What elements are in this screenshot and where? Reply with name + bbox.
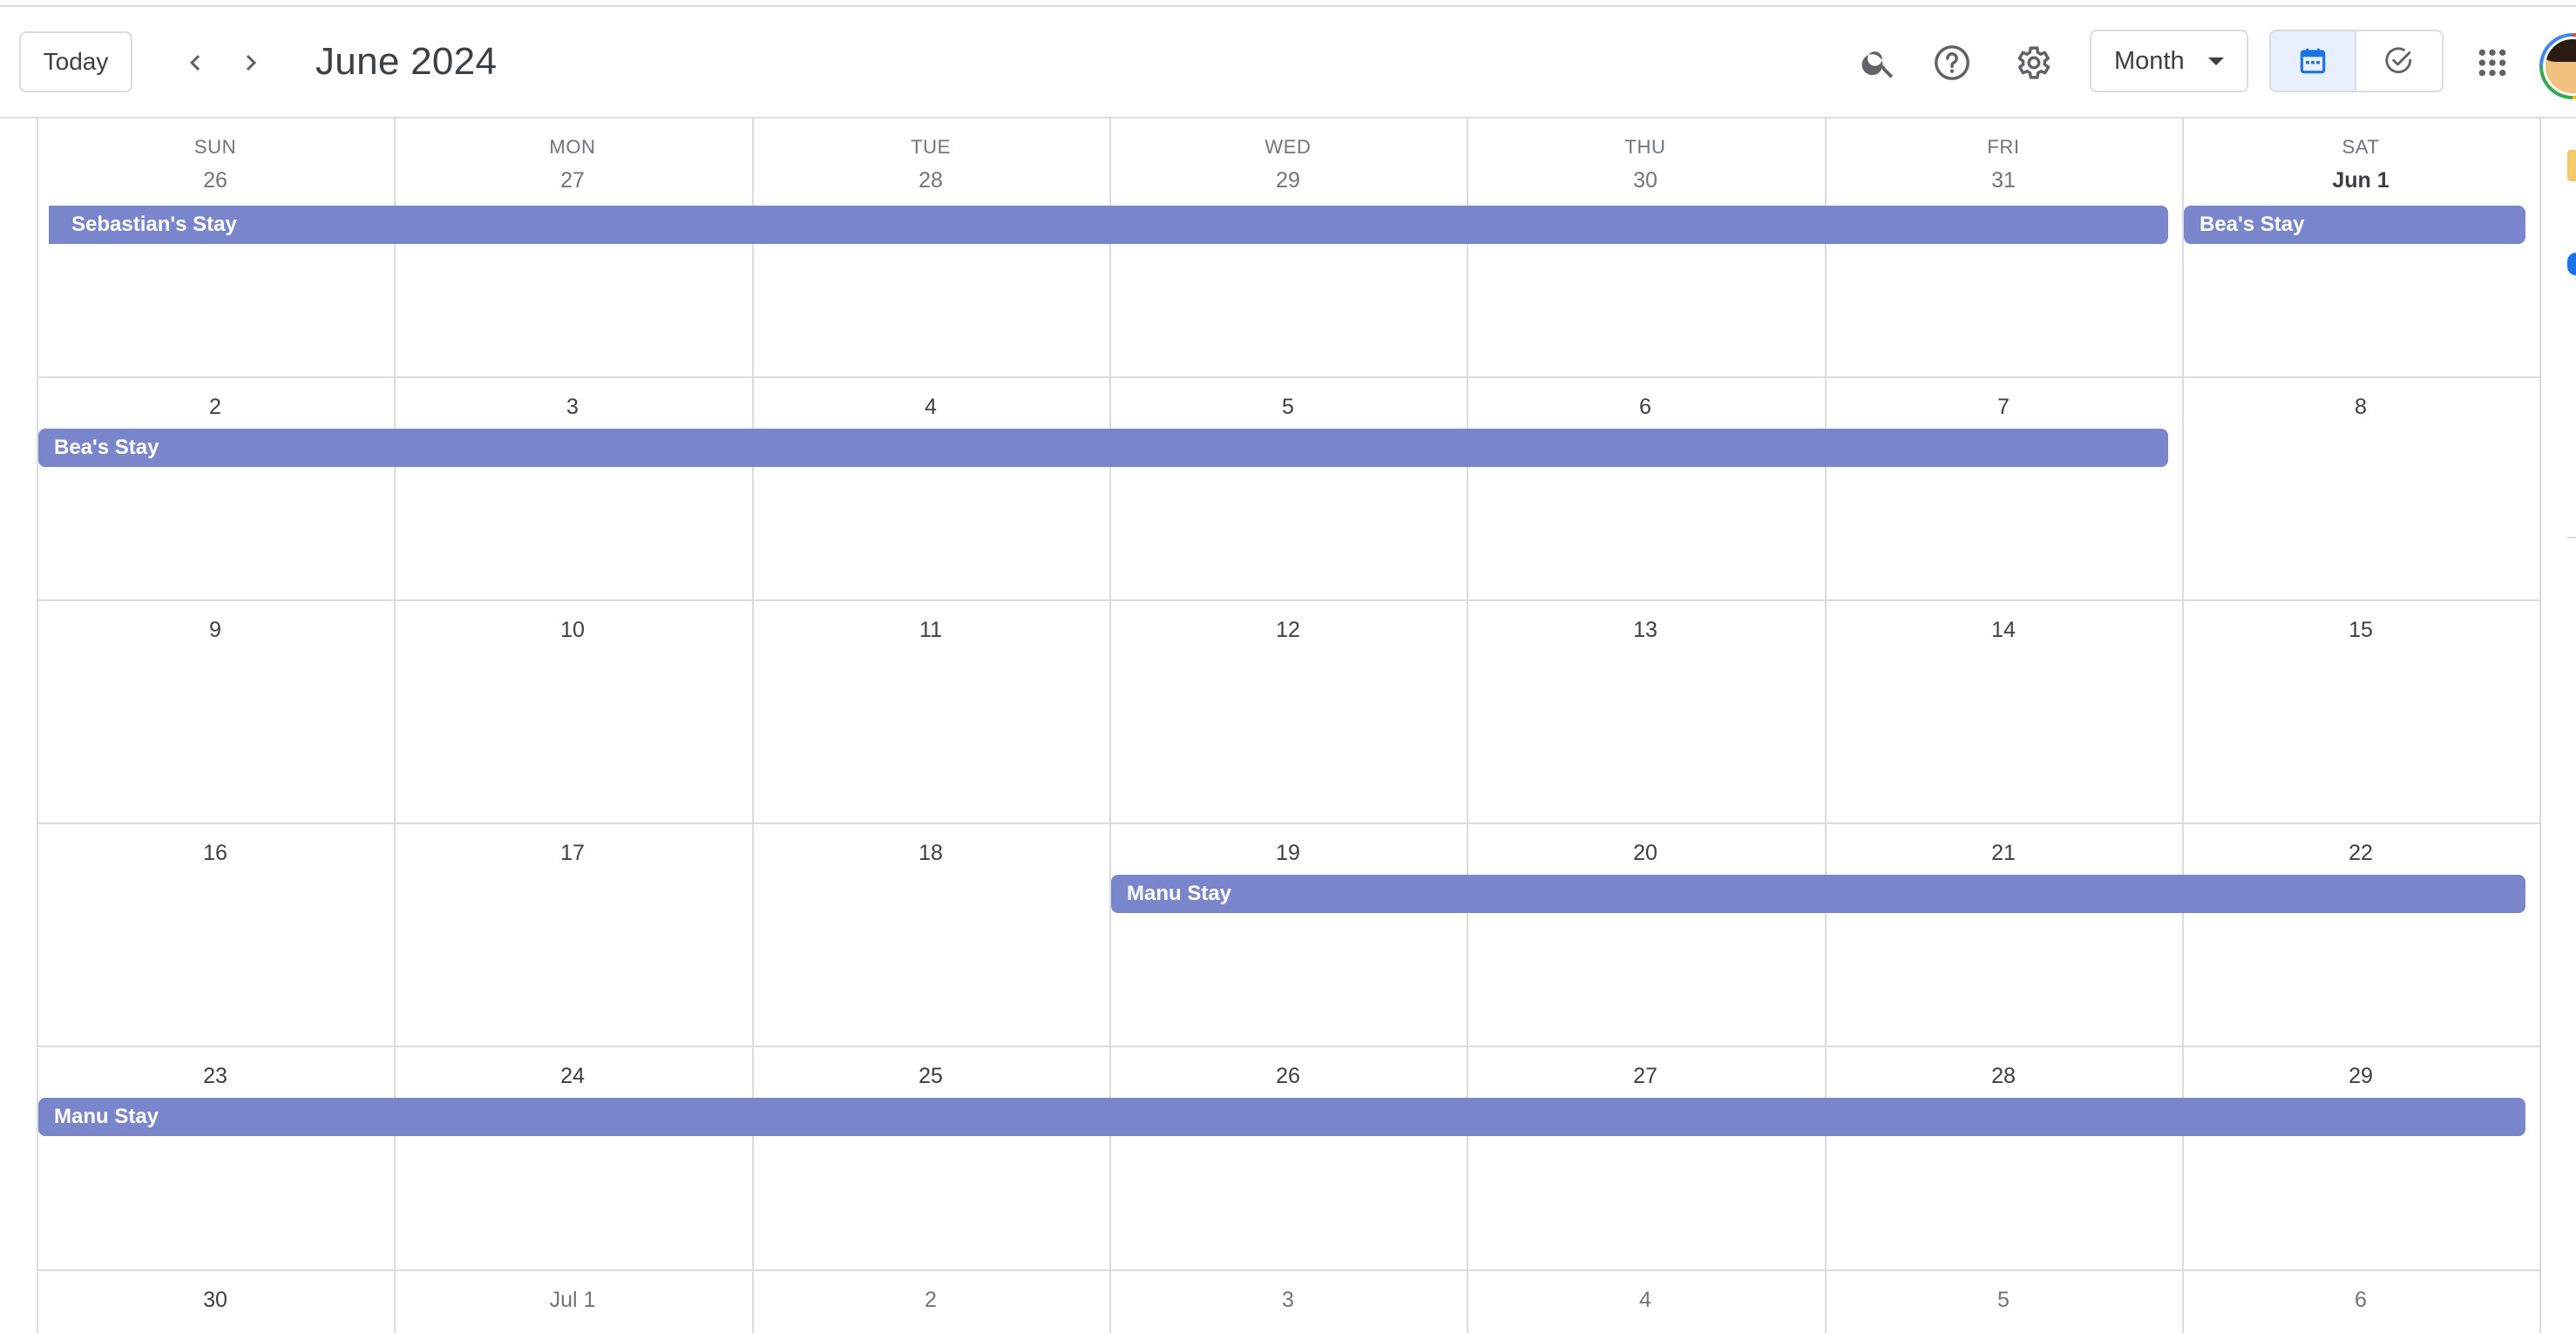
day-number[interactable]: 11 [752, 618, 1109, 643]
day-number[interactable]: 29 [1109, 168, 1467, 193]
day-cell[interactable] [38, 120, 394, 376]
view-select[interactable]: Month [2090, 30, 2248, 92]
day-number[interactable]: 18 [752, 841, 1109, 866]
day-cell[interactable] [754, 120, 1109, 376]
day-number[interactable]: 3 [394, 395, 751, 420]
day-cell[interactable] [1111, 120, 1467, 376]
next-month-button[interactable] [225, 37, 277, 89]
settings-button[interactable] [2003, 33, 2062, 92]
day-number[interactable]: 13 [1467, 618, 1824, 643]
day-number[interactable]: 14 [1825, 618, 2182, 643]
calendar-app: Today June 2024 Month SUN MON TUE WED TH… [0, 0, 2576, 1333]
day-cell[interactable] [1827, 120, 2182, 376]
day-number[interactable]: 6 [1467, 395, 1824, 420]
event-chip[interactable]: Bea's Stay [38, 429, 2168, 467]
day-number[interactable]: 2 [752, 1288, 1109, 1313]
day-number[interactable]: 4 [752, 395, 1109, 420]
view-select-label: Month [2114, 46, 2185, 75]
today-button[interactable]: Today [19, 31, 132, 92]
day-number[interactable]: 6 [2182, 1288, 2539, 1313]
gear-icon [2017, 46, 2051, 79]
day-cell[interactable] [1468, 120, 1824, 376]
event-chip[interactable]: Sebastian's Stay [49, 206, 2168, 244]
day-number[interactable]: 27 [394, 168, 751, 193]
side-panel-divider [2567, 537, 2576, 538]
apps-button[interactable] [2463, 33, 2522, 92]
day-number[interactable]: 30 [1467, 168, 1824, 193]
day-number[interactable]: 23 [37, 1064, 394, 1089]
calendar-tasks-toggle [2269, 30, 2444, 92]
day-number[interactable]: 16 [37, 841, 394, 866]
day-number[interactable]: 8 [2182, 395, 2539, 420]
day-number[interactable]: 22 [2182, 841, 2539, 866]
day-number[interactable]: 12 [1109, 618, 1467, 643]
search-icon [1861, 51, 1894, 78]
grid-column-divider [2539, 118, 2541, 1333]
day-number[interactable]: 29 [2182, 1064, 2539, 1089]
calendar-header: Today June 2024 Month [0, 7, 2576, 118]
day-number[interactable]: Jul 1 [394, 1288, 751, 1313]
day-number[interactable]: 19 [1109, 841, 1467, 866]
day-number[interactable]: 10 [394, 618, 751, 643]
account-avatar[interactable] [2539, 33, 2576, 99]
day-number[interactable]: 2 [37, 395, 394, 420]
task-check-icon [2385, 47, 2412, 74]
day-number[interactable]: 5 [1109, 395, 1467, 420]
day-number[interactable]: 24 [394, 1064, 751, 1089]
avatar-image [2545, 39, 2576, 93]
help-button[interactable] [1922, 33, 1982, 92]
day-number[interactable]: 28 [1825, 1064, 2182, 1089]
day-number[interactable]: Jun 1 [2182, 168, 2539, 193]
calendar-icon [2300, 48, 2326, 74]
side-panel-edge [2567, 253, 2576, 275]
calendar-view-toggle[interactable] [2271, 31, 2357, 91]
month-title: June 2024 [315, 40, 498, 83]
event-chip[interactable]: Manu Stay [38, 1098, 2525, 1136]
event-chip[interactable]: Bea's Stay [2184, 206, 2525, 244]
event-chip[interactable]: Manu Stay [1111, 875, 2525, 913]
day-number[interactable]: 26 [37, 168, 394, 193]
top-border [0, 0, 2576, 7]
tasks-view-toggle[interactable] [2356, 31, 2442, 91]
event-title: Manu Stay [54, 1105, 159, 1128]
event-title: Bea's Stay [54, 436, 159, 459]
day-number[interactable]: 20 [1467, 841, 1824, 866]
day-number[interactable]: 7 [1825, 395, 2182, 420]
day-cell[interactable] [2184, 120, 2539, 376]
day-number[interactable]: 17 [394, 841, 751, 866]
caret-down-icon [2208, 58, 2224, 65]
day-number[interactable]: 9 [37, 618, 394, 643]
side-panel-edge [2567, 150, 2576, 181]
chevron-left-icon [190, 55, 200, 71]
month-grid: SUN MON TUE WED THU FRI SAT 26 27 28 29 30 31 Jun 123… [37, 118, 2541, 1333]
previous-month-button[interactable] [169, 37, 221, 89]
day-number[interactable]: 26 [1109, 1064, 1467, 1089]
day-number[interactable]: 25 [752, 1064, 1109, 1089]
day-number[interactable]: 5 [1825, 1288, 2182, 1313]
event-title: Manu Stay [1127, 882, 1232, 905]
chevron-right-icon [246, 55, 256, 71]
search-button[interactable] [1849, 33, 1908, 92]
help-icon [1935, 45, 1969, 80]
day-cell[interactable] [396, 120, 751, 376]
day-number[interactable]: 21 [1825, 841, 2182, 866]
day-number[interactable]: 27 [1467, 1064, 1824, 1089]
day-number[interactable]: 31 [1825, 168, 2182, 193]
day-number[interactable]: 15 [2182, 618, 2539, 643]
event-title: Sebastian's Stay [71, 213, 237, 236]
day-number[interactable]: 28 [752, 168, 1109, 193]
apps-grid-icon [2478, 49, 2506, 77]
day-number[interactable]: 30 [37, 1288, 394, 1313]
day-number[interactable]: 3 [1109, 1288, 1467, 1313]
day-number[interactable]: 4 [1467, 1288, 1824, 1313]
event-title: Bea's Stay [2200, 213, 2305, 236]
